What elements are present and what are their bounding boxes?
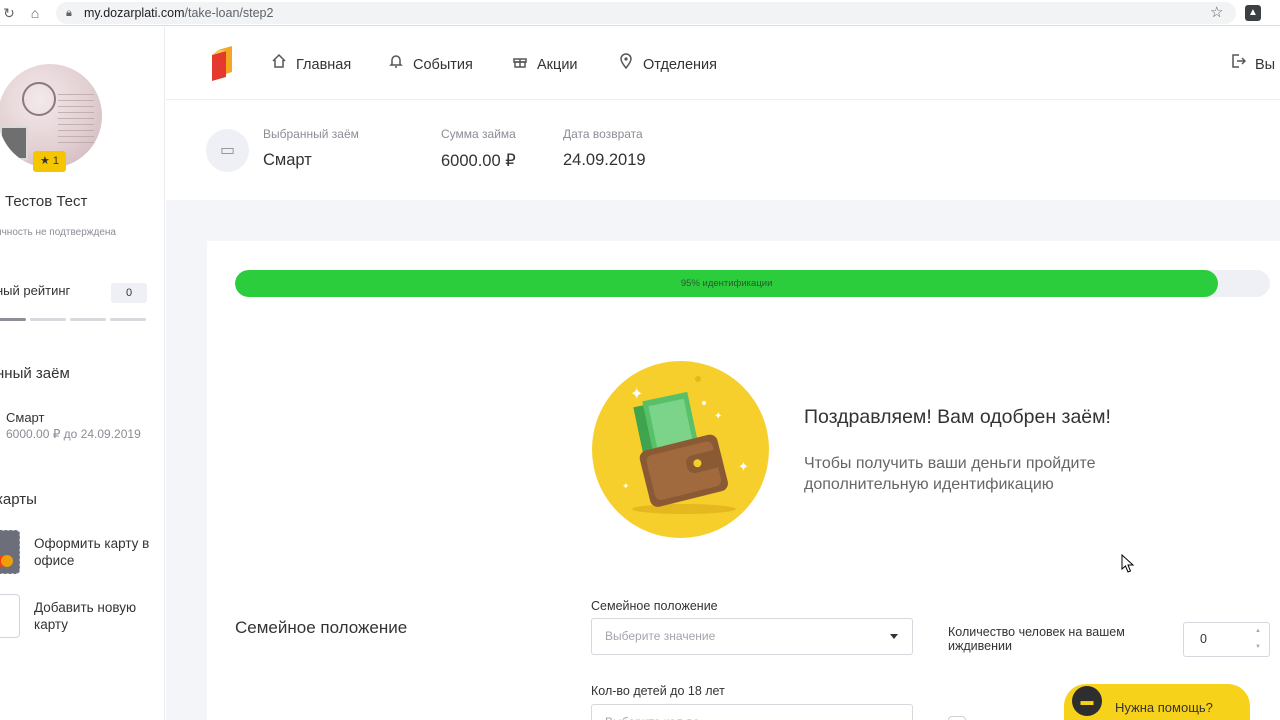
extension-icon[interactable]: ▲: [1245, 5, 1261, 21]
top-navigation: Главная События Акции Отделения Вы: [166, 27, 1280, 100]
browser-toolbar: ↻ ⌂ 🔒︎ my.dozarplati.com/take-loan/step2…: [0, 0, 1280, 26]
help-chat-widget[interactable]: ▬ Нужна помощь?: [1064, 684, 1250, 720]
user-name: Тестов Тест: [5, 193, 88, 210]
logout-button[interactable]: Вы: [1229, 53, 1275, 73]
nav-home-label: Главная: [296, 57, 352, 73]
wallet-illustration: ✦ ✦ ✦ ✦: [592, 361, 769, 538]
dependents-value: 0: [1200, 632, 1207, 646]
sidebar-loan-name[interactable]: Смарт: [6, 410, 44, 425]
svg-text:✦: ✦: [714, 411, 722, 422]
bell-icon: [387, 53, 405, 73]
mouse-cursor-icon: [1121, 554, 1135, 573]
location-pin-icon: [617, 53, 635, 73]
chosen-loan-value: Смарт: [263, 151, 312, 169]
identification-progress-bar: 95% идентификации: [235, 270, 1270, 297]
avatar-photo: [0, 126, 28, 160]
nav-events-label: События: [413, 57, 473, 73]
new-card-icon[interactable]: [0, 594, 20, 638]
loan-summary: ▭ Выбранный заём Смарт Сумма займа 6000.…: [166, 100, 1280, 200]
office-card-icon[interactable]: [0, 530, 20, 574]
marital-status-select[interactable]: Выберите значение: [591, 618, 913, 655]
cards-section-title: карты: [0, 491, 37, 508]
lock-icon: 🔒︎: [66, 7, 72, 19]
address-bar[interactable]: 🔒︎ my.dozarplati.com/take-loan/step2: [56, 2, 1236, 24]
home-icon[interactable]: ⌂: [26, 4, 44, 22]
loan-section-title: нный заём: [0, 365, 70, 382]
return-date-label: Дата возврата: [563, 127, 643, 141]
nav-promotions[interactable]: Акции: [511, 53, 578, 73]
sidebar: ★ 1 Тестов Тест ичность не подтверждена …: [0, 27, 165, 720]
add-new-card-link[interactable]: Добавить новую карту: [34, 599, 159, 633]
loan-amount-label: Сумма займа: [441, 127, 516, 141]
rating-bar-segment: [30, 318, 66, 321]
logout-icon: [1229, 53, 1247, 73]
loan-amount-value: 6000.00 ₽: [441, 152, 516, 170]
url-host: my.dozarplati.com: [84, 6, 185, 20]
gift-icon: [511, 53, 529, 73]
nav-branches-label: Отделения: [643, 57, 717, 73]
svg-text:✦: ✦: [630, 384, 643, 403]
rating-bar-segment: [110, 318, 146, 321]
nav-events[interactable]: События: [387, 53, 473, 73]
dependents-stepper[interactable]: 0 ▲ ▼: [1183, 622, 1270, 657]
marital-status-placeholder: Выберите значение: [605, 629, 716, 643]
approval-text: Чтобы получить ваши деньги пройдите допо…: [804, 455, 1096, 493]
help-label: Нужна помощь?: [1115, 700, 1213, 715]
level-badge: ★ 1: [33, 151, 66, 172]
brand-logo-icon[interactable]: [208, 46, 234, 81]
nav-promotions-label: Акции: [537, 57, 578, 73]
rating-value: 0: [111, 283, 147, 303]
nav-home[interactable]: Главная: [270, 53, 351, 73]
svg-text:✦: ✦: [738, 460, 749, 475]
avatar-text-lines: [58, 94, 94, 144]
wallet-money-icon: ✦ ✦ ✦ ✦: [622, 376, 749, 514]
children-placeholder: Выберите кол-во: [605, 705, 700, 720]
dependents-label: Количество человек на вашем иждивении: [948, 625, 1125, 653]
nav-branches[interactable]: Отделения: [617, 53, 717, 73]
order-card-in-office-link[interactable]: Оформить карту в офисе: [34, 535, 159, 569]
increment-arrow-icon[interactable]: ▲: [1255, 628, 1261, 634]
logout-label: Вы: [1255, 57, 1276, 73]
children-label: Кол-во детей до 18 лет: [591, 684, 725, 698]
sidebar-loan-details: 6000.00 ₽ до 24.09.2019: [6, 427, 141, 441]
rating-progress-bars: [0, 318, 147, 321]
loan-card-icon: ▭: [206, 129, 249, 172]
checkbox[interactable]: [948, 716, 966, 720]
reload-icon[interactable]: ↻: [0, 4, 18, 22]
progress-fill: 95% идентификации: [235, 270, 1219, 297]
svg-text:✦: ✦: [622, 482, 630, 492]
url-path: /take-loan/step2: [184, 6, 274, 20]
chevron-down-icon: [890, 634, 898, 639]
bookmark-star-icon[interactable]: ☆: [1210, 3, 1223, 21]
mastercard-circle-orange: [1, 555, 13, 567]
chat-bubble-icon: ▬: [1072, 686, 1102, 716]
avatar-seal: [22, 82, 56, 116]
chosen-loan-label: Выбранный заём: [263, 127, 359, 141]
rating-bar-segment: [70, 318, 106, 321]
family-section-title: Семейное положение: [235, 618, 408, 637]
rating-label: ный рейтинг: [0, 283, 71, 298]
children-select[interactable]: Выберите кол-во: [591, 704, 913, 720]
rating-bar-segment: [0, 318, 26, 321]
approval-title: Поздравляем! Вам одобрен заём!: [804, 406, 1111, 428]
decrement-arrow-icon[interactable]: ▼: [1255, 644, 1261, 650]
home-icon: [270, 53, 288, 73]
marital-status-label: Семейное положение: [591, 599, 718, 613]
return-date-value: 24.09.2019: [563, 151, 646, 169]
user-status: ичность не подтверждена: [0, 227, 116, 238]
